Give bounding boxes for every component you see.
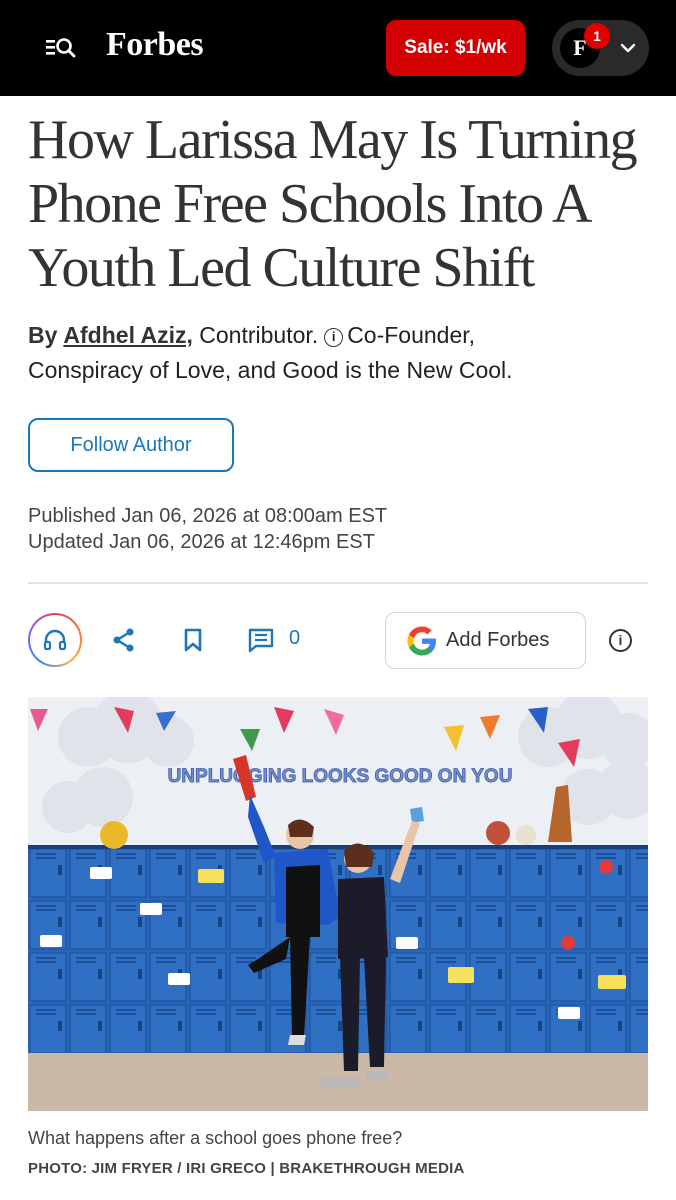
account-menu-button[interactable]: F 1 (552, 20, 649, 76)
forbes-logo[interactable]: Forbes (106, 26, 204, 64)
byline-by: By (28, 322, 58, 348)
top-navigation-bar: Forbes Sale: $1/wk F 1 (0, 0, 676, 96)
google-icon (407, 626, 436, 655)
info-icon[interactable]: i (324, 328, 344, 347)
notification-badge: 1 (584, 23, 610, 49)
byline: By Afdhel Aziz, Contributor. i Co-Founder, … (28, 318, 648, 388)
menu-search-icon[interactable] (44, 32, 78, 62)
photo-caption: What happens after a school goes phone f… (28, 1128, 403, 1148)
article-headline: How Larissa May Is Turning Phone Free Sc… (28, 109, 638, 299)
article-hero-photo[interactable]: UNPLUGGING LOOKS GOOD ON YOU (28, 697, 648, 1111)
add-forbes-google-button[interactable]: Add Forbes (385, 612, 586, 669)
published-date: Published Jan 06, 2026 at 08:00am EST (28, 505, 388, 527)
share-icon[interactable] (109, 625, 139, 655)
chevron-down-icon (620, 43, 636, 53)
author-bio-line2: Conspiracy of Love, and Good is the New … (28, 357, 513, 383)
follow-author-button[interactable]: Follow Author (28, 418, 234, 472)
author-bio-line1: Co-Founder, (347, 322, 476, 348)
sale-subscribe-button[interactable]: Sale: $1/wk (386, 20, 525, 76)
photo-credit: PHOTO: JIM FRYER / IRI GRECO | BRAKETHRO… (28, 1160, 465, 1177)
add-forbes-label: Add Forbes (446, 629, 550, 651)
ball (100, 821, 128, 849)
author-role: Contributor. (199, 322, 319, 348)
author-link[interactable]: Afdhel Aziz, (63, 322, 192, 348)
bookmark-icon[interactable] (178, 625, 208, 655)
info-button[interactable]: i (609, 629, 632, 652)
divider (28, 582, 648, 584)
banner-text: UNPLUGGING LOOKS GOOD ON YOU (168, 766, 513, 787)
headphones-icon (43, 629, 67, 651)
ball (516, 825, 536, 845)
comment-icon[interactable] (246, 625, 276, 655)
ball (486, 821, 510, 845)
comment-count[interactable]: 0 (289, 627, 300, 650)
publish-dates: Published Jan 06, 2026 at 08:00am EST Up… (28, 503, 387, 555)
listen-button[interactable] (28, 613, 82, 667)
updated-date: Updated Jan 06, 2026 at 12:46pm EST (28, 531, 375, 553)
